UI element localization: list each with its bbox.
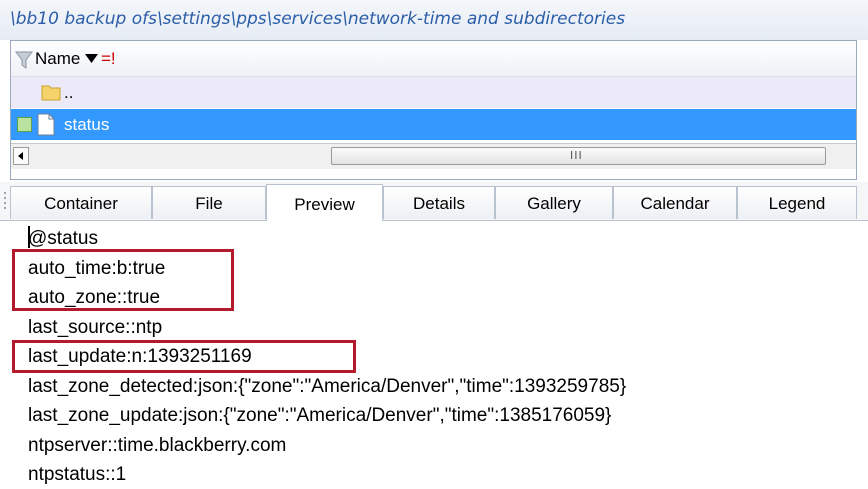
- preview-line: last_source::ntp: [28, 317, 163, 338]
- tab-strip: Container File Preview Details Gallery C…: [0, 182, 868, 221]
- scroll-thumb[interactable]: III: [331, 147, 826, 165]
- highlight-box-auto: [12, 249, 234, 311]
- tab-container[interactable]: Container: [10, 186, 152, 219]
- path-bar: \bb10 backup ofs\settings\pps\services\n…: [0, 0, 868, 40]
- preview-line: ntpstatus::1: [28, 464, 127, 485]
- scroll-grip: III: [570, 149, 583, 162]
- tab-calendar[interactable]: Calendar: [613, 186, 737, 219]
- filter-funnel-icon[interactable]: [15, 51, 33, 69]
- tab-preview[interactable]: Preview: [266, 184, 383, 221]
- file-icon: [37, 113, 55, 136]
- column-filter-text: =!: [101, 49, 116, 68]
- list-header: Name =!: [11, 41, 856, 77]
- tab-legend[interactable]: Legend: [737, 186, 857, 219]
- list-item-parent[interactable]: ..: [11, 77, 856, 108]
- list-item-selected[interactable]: status: [11, 109, 856, 140]
- preview-line: ntpserver::time.blackberry.com: [28, 435, 287, 456]
- tab-gallery[interactable]: Gallery: [495, 186, 613, 219]
- highlight-box-last-update: [12, 340, 356, 373]
- column-header-name[interactable]: Name: [35, 47, 80, 71]
- list-item-label: ..: [64, 83, 74, 102]
- horizontal-scrollbar[interactable]: III: [11, 143, 856, 169]
- tab-file[interactable]: File: [152, 186, 266, 219]
- scroll-left-arrow-icon: [18, 152, 23, 160]
- tab-details[interactable]: Details: [383, 186, 495, 219]
- scroll-left-button[interactable]: [13, 147, 29, 165]
- list-item-label: status: [64, 115, 110, 134]
- sort-down-icon[interactable]: [85, 54, 98, 63]
- preview-line: last_zone_update:json:{"zone":"America/D…: [28, 405, 612, 426]
- row-checkbox[interactable]: [17, 117, 32, 132]
- folder-icon: [41, 85, 61, 101]
- toolbar-grip: [4, 192, 7, 212]
- current-path: \bb10 backup ofs\settings\pps\services\n…: [10, 9, 626, 29]
- file-list-panel: Name =! .. status III: [10, 40, 857, 180]
- preview-pane[interactable]: @status auto_time:b:true auto_zone::true…: [0, 221, 868, 488]
- preview-line: last_zone_detected:json:{"zone":"America…: [28, 376, 627, 397]
